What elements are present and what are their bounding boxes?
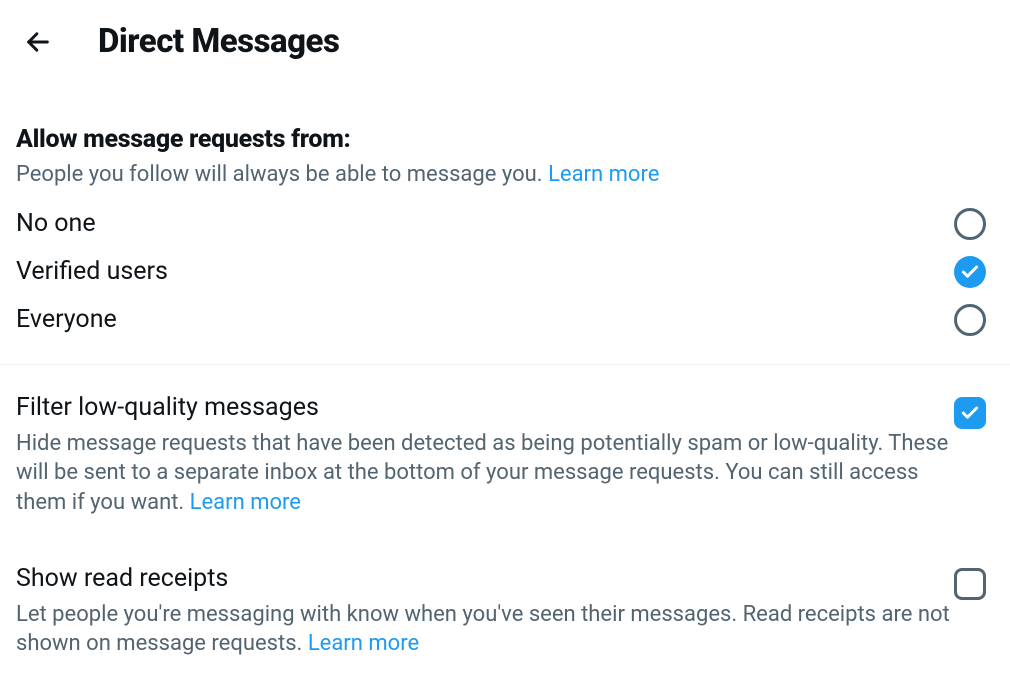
radio-verified-users[interactable]	[954, 256, 986, 288]
filter-description: Hide message requests that have been det…	[16, 429, 956, 518]
arrow-left-icon	[24, 28, 52, 56]
allow-section-subtitle: People you follow will always be able to…	[16, 160, 994, 190]
allow-section: Allow message requests from: People you …	[0, 125, 1010, 344]
allow-section-title: Allow message requests from:	[16, 125, 994, 154]
page-header: Direct Messages	[0, 0, 1010, 83]
receipts-desc-text: Let people you're messaging with know wh…	[16, 602, 950, 657]
filter-title: Filter low-quality messages	[16, 393, 319, 422]
allow-learn-more-link[interactable]: Learn more	[548, 162, 659, 187]
filter-desc-text: Hide message requests that have been det…	[16, 431, 948, 515]
receipts-description: Let people you're messaging with know wh…	[16, 600, 956, 659]
radio-everyone[interactable]	[954, 304, 986, 336]
filter-section: Filter low-quality messages Hide message…	[0, 365, 1010, 518]
receipts-checkbox[interactable]	[954, 568, 986, 600]
page-title: Direct Messages	[98, 22, 339, 61]
filter-learn-more-link[interactable]: Learn more	[190, 490, 301, 515]
option-label-verified: Verified users	[16, 257, 168, 286]
option-everyone[interactable]: Everyone	[16, 296, 994, 344]
option-label-no-one: No one	[16, 209, 96, 238]
filter-checkbox[interactable]	[954, 397, 986, 429]
option-verified-users[interactable]: Verified users	[16, 248, 994, 296]
option-label-everyone: Everyone	[16, 305, 117, 334]
receipts-section: Show read receipts Let people you're mes…	[0, 536, 1010, 659]
check-icon	[960, 262, 980, 282]
radio-no-one[interactable]	[954, 208, 986, 240]
receipts-title: Show read receipts	[16, 564, 228, 593]
back-button[interactable]	[20, 24, 56, 60]
option-no-one[interactable]: No one	[16, 200, 994, 248]
receipts-learn-more-link[interactable]: Learn more	[308, 631, 419, 656]
allow-subtitle-text: People you follow will always be able to…	[16, 162, 548, 187]
check-icon	[960, 403, 980, 423]
